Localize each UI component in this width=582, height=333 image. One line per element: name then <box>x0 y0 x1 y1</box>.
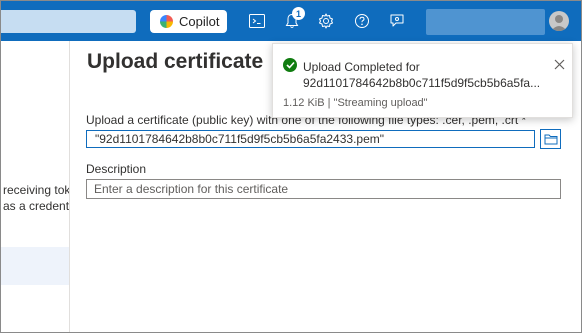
close-icon[interactable] <box>552 57 566 71</box>
page-title: Upload certificate <box>87 50 264 73</box>
app-window: Copilot 1 receiving tok as a credentia U… <box>0 0 582 333</box>
account-info[interactable] <box>426 9 545 35</box>
gear-icon[interactable] <box>316 11 336 31</box>
folder-icon <box>544 134 557 145</box>
left-panel-text-1: receiving tok <box>3 183 71 197</box>
browse-file-button[interactable] <box>540 129 561 149</box>
top-bar: Copilot 1 <box>1 1 581 41</box>
left-panel-text-2: as a credentia <box>3 199 79 213</box>
success-check-icon <box>283 58 297 72</box>
copilot-icon <box>160 15 173 28</box>
cloud-shell-icon[interactable] <box>247 11 267 31</box>
description-label: Description <box>86 162 147 176</box>
toast-meta: 1.12 KiB | "Streaming upload" <box>283 97 428 109</box>
toast-title: Upload Completed for 92d1101784642b8b0c7… <box>303 60 541 90</box>
copilot-button[interactable]: Copilot <box>150 10 227 33</box>
description-input[interactable]: Enter a description for this certificate <box>86 179 561 199</box>
file-path-input[interactable]: "92d1101784642b8b0c711f5d9f5cb5b6a5fa243… <box>86 130 535 148</box>
left-panel-selected-row[interactable] <box>1 247 69 285</box>
feedback-icon[interactable] <box>387 11 407 31</box>
avatar[interactable] <box>549 11 569 31</box>
notification-badge: 1 <box>292 7 305 20</box>
left-panel: receiving tok as a credentia <box>1 41 78 332</box>
help-icon[interactable] <box>352 11 372 31</box>
copilot-label: Copilot <box>179 14 220 29</box>
upload-toast: Upload Completed for 92d1101784642b8b0c7… <box>272 43 573 118</box>
search-box[interactable] <box>1 10 136 33</box>
